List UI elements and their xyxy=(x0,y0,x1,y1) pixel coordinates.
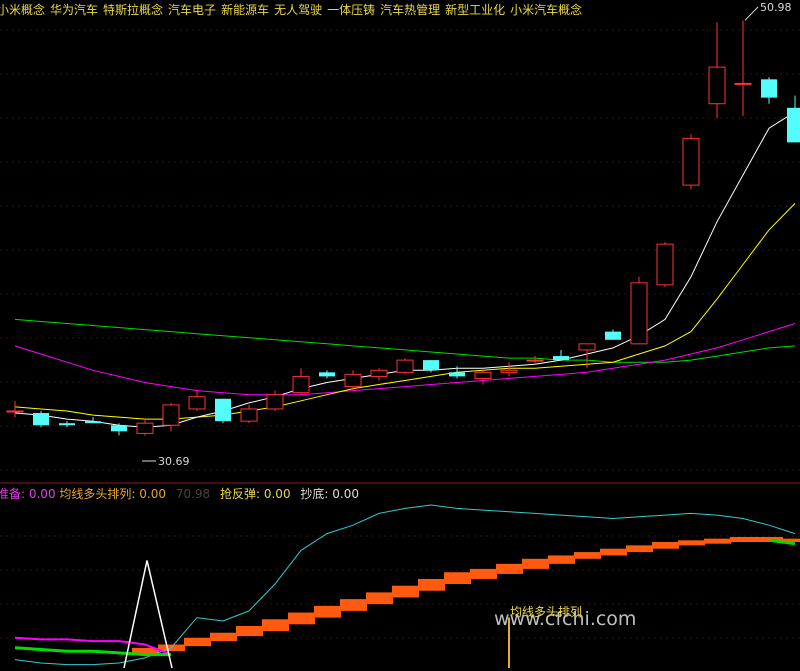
concept-tag[interactable]: 无人驾驶 xyxy=(274,3,322,17)
ribbon-block xyxy=(392,585,419,598)
high-price-arrow xyxy=(744,6,759,21)
candle-body-up xyxy=(188,396,206,410)
candle-body-down xyxy=(59,423,75,426)
candle-body-up xyxy=(344,373,362,388)
indicator-legend: 准备: 0.00 均线多头排列: 0.00 70.98 抢反弹: 0.00 抄底… xyxy=(0,485,359,502)
ribbon-block xyxy=(730,536,757,542)
legend-ma-bullish: 均线多头排列: 0.00 xyxy=(59,487,166,501)
ribbon-block xyxy=(678,540,705,546)
ribbon-block xyxy=(574,552,601,559)
ribbon-block xyxy=(418,578,445,591)
candle-body-up xyxy=(240,408,258,422)
candle-body-down xyxy=(787,107,800,143)
candle-body-up xyxy=(656,243,674,286)
candle-body-up xyxy=(162,404,180,426)
ribbon-block xyxy=(548,555,575,564)
concept-tag[interactable]: 一体压铸 xyxy=(327,3,375,17)
candle-body-down xyxy=(319,372,335,377)
ribbon-block xyxy=(262,619,289,632)
high-price-label: 50.98 xyxy=(760,1,792,14)
ribbon-block xyxy=(652,542,679,549)
candle-body-up xyxy=(734,82,752,85)
concept-tag[interactable]: 小米汽车概念 xyxy=(510,3,582,17)
ribbon-block xyxy=(626,545,653,553)
ribbon-block xyxy=(210,632,237,642)
legend-bottom-fish: 抄底: 0.00 xyxy=(300,487,359,501)
candle-body-up xyxy=(136,422,154,434)
concept-tag[interactable]: 华为汽车 xyxy=(50,3,98,17)
chart-canvas[interactable] xyxy=(0,0,800,671)
concept-tag[interactable]: 汽车热管理 xyxy=(380,3,440,17)
candle-body-up xyxy=(474,371,492,379)
candle-body-up xyxy=(708,66,726,105)
concept-tag[interactable]: 汽车电子 xyxy=(168,3,216,17)
ribbon-block xyxy=(704,538,731,544)
candle-body-up xyxy=(682,137,700,186)
ribbon-block xyxy=(470,568,497,579)
candle-body-down xyxy=(33,413,49,426)
oscillator-cyan-line xyxy=(14,504,796,666)
ribbon-block xyxy=(444,572,471,584)
concept-tag[interactable]: 特斯拉概念 xyxy=(103,3,163,17)
signal-label: 均线多头排列 xyxy=(510,605,583,619)
candle-body-up xyxy=(370,369,388,377)
candle-body-up xyxy=(266,394,284,410)
candle-body-down xyxy=(761,79,777,98)
ribbon-block xyxy=(236,626,263,637)
ribbon-block xyxy=(522,558,549,569)
legend-prepare: 准备: 0.00 xyxy=(0,487,56,501)
ribbon-block xyxy=(366,592,393,605)
ribbon-block xyxy=(288,612,315,625)
candle-body-up xyxy=(396,359,414,373)
ma-white-line xyxy=(14,111,796,428)
ribbon-block xyxy=(600,548,627,556)
stock-chart-screen: 小米概念 华为汽车 特斯拉概念 汽车电子 新能源车 无人驾驶 一体压铸 汽车热管理 新型工业化小… xyxy=(0,0,800,671)
ribbon-block xyxy=(340,599,367,611)
concept-tags: 小米概念 华为汽车 特斯拉概念 汽车电子 新能源车 无人驾驶 一体压铸 汽车热管理 新型工业化小… xyxy=(0,1,587,18)
candle-body-up xyxy=(500,369,518,373)
concept-tag[interactable]: 新能源车 xyxy=(221,3,269,17)
ma-green-line xyxy=(14,318,796,363)
candle-body-down xyxy=(449,372,465,377)
candle-body-down xyxy=(215,398,231,422)
concept-tag[interactable]: 新型工业化 xyxy=(445,3,505,17)
legend-value: 70.98 xyxy=(175,487,211,501)
candle-body-up xyxy=(6,410,24,413)
concept-tag[interactable]: 小米概念 xyxy=(0,3,45,17)
candle-body-up xyxy=(526,359,544,362)
ribbon-block xyxy=(496,563,523,574)
candle-body-up xyxy=(578,343,596,351)
ribbon-block xyxy=(184,637,211,647)
candle-body-down xyxy=(423,360,439,371)
candle-body-up xyxy=(292,375,310,394)
candle-body-down xyxy=(85,421,101,424)
candle-body-up xyxy=(630,282,648,345)
candle-body-down xyxy=(553,356,569,361)
low-price-label: 30.69 xyxy=(158,455,190,468)
ribbon-block xyxy=(314,605,341,618)
candle-body-down xyxy=(111,425,127,432)
candle-body-down xyxy=(605,331,621,340)
legend-rebound: 抢反弹: 0.00 xyxy=(220,487,291,501)
